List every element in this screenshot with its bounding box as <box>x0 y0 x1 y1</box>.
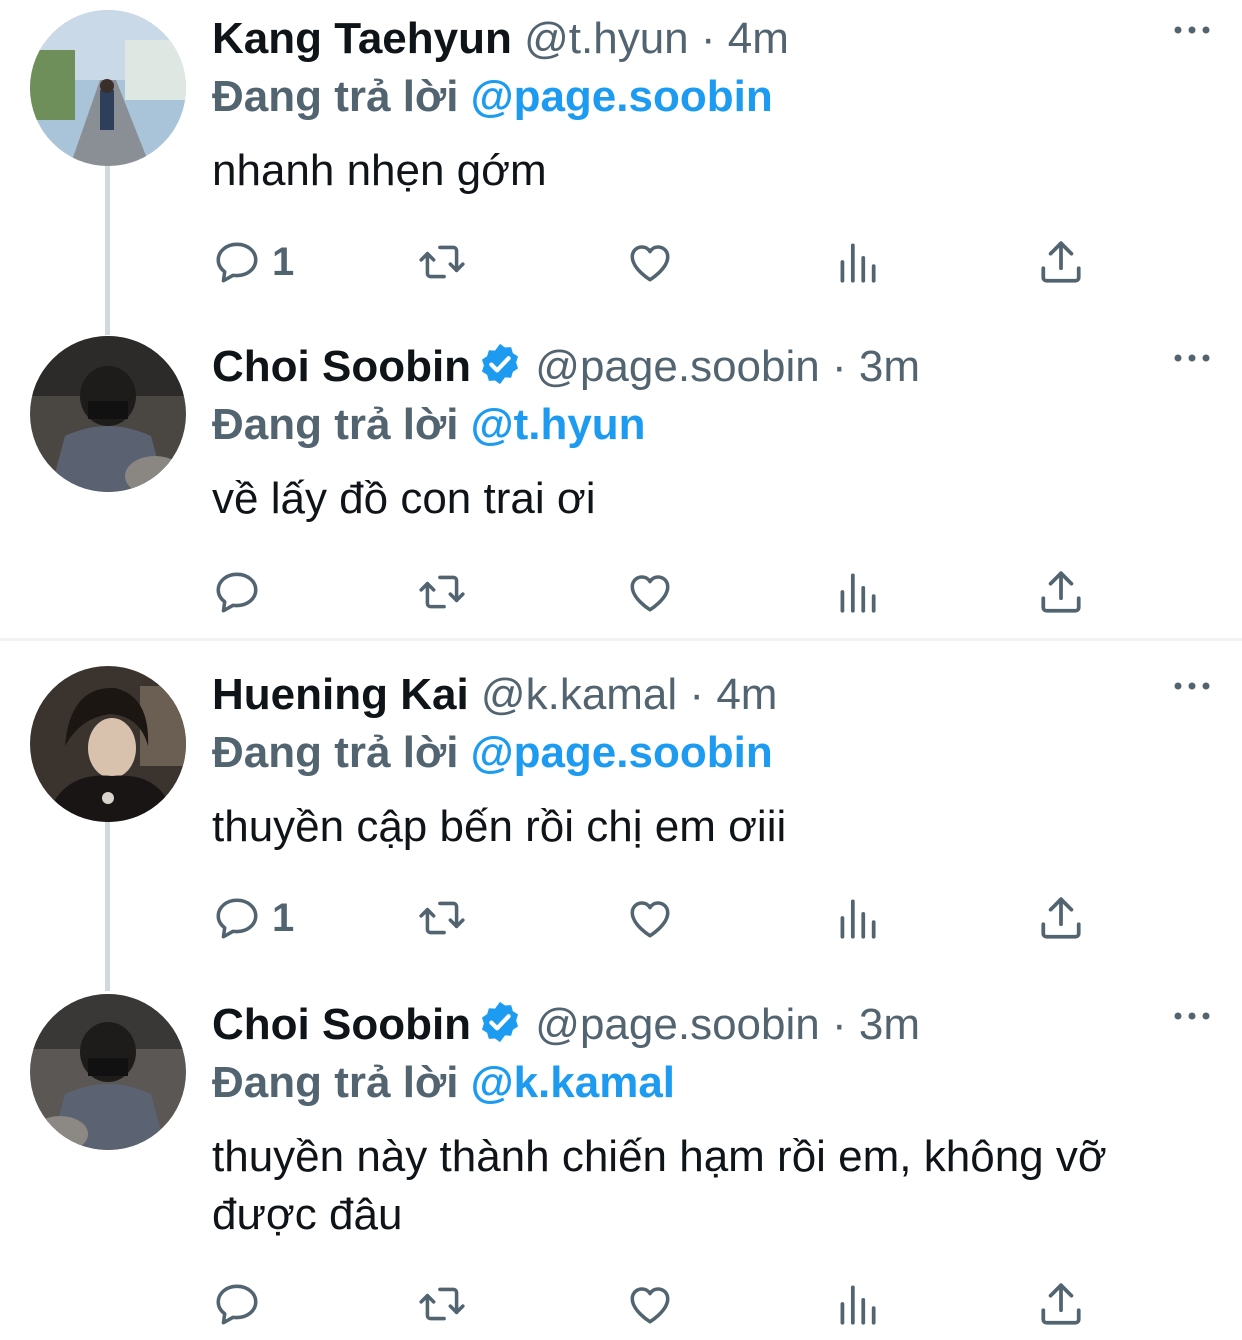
tweet-header: Kang Taehyun @t.hyun · 4m <box>212 12 789 66</box>
share-button[interactable] <box>1036 564 1086 620</box>
reply-icon <box>212 893 262 943</box>
replying-to: Đang trả lời @page.soobin <box>212 726 773 780</box>
display-name[interactable]: Choi Soobin <box>212 1000 471 1049</box>
action-bar: 1 <box>212 234 1112 290</box>
tweet[interactable]: Choi Soobin @page.soobin · 3m Đang trả l… <box>0 986 1242 1340</box>
action-bar <box>212 1276 1112 1332</box>
replying-prefix: Đang trả lời <box>212 400 459 449</box>
like-icon <box>625 1279 675 1329</box>
replying-to: Đang trả lời @k.kamal <box>212 1056 675 1110</box>
like-button[interactable] <box>625 564 675 620</box>
separator: · <box>700 14 716 63</box>
separator: · <box>831 1000 847 1049</box>
more-icon[interactable] <box>1172 1008 1212 1024</box>
views-icon <box>832 893 882 943</box>
tweet-text: về lấy đồ con trai ơi <box>212 474 596 523</box>
reply-button[interactable] <box>212 1276 262 1332</box>
tweet-header: Choi Soobin @page.soobin · 3m <box>212 340 920 394</box>
mention-link[interactable]: @page.soobin <box>471 728 773 777</box>
like-icon <box>625 567 675 617</box>
mention-link[interactable]: @page.soobin <box>471 72 773 121</box>
user-handle[interactable]: @page.soobin <box>535 342 819 391</box>
reply-icon <box>212 1279 262 1329</box>
replying-to: Đang trả lời @page.soobin <box>212 70 773 124</box>
reply-button[interactable]: 1 <box>212 890 294 946</box>
more-icon[interactable] <box>1172 22 1212 38</box>
separator: · <box>689 670 705 719</box>
retweet-icon <box>417 237 467 287</box>
user-handle[interactable]: @k.kamal <box>481 670 677 719</box>
retweet-button[interactable] <box>417 1276 467 1332</box>
tweet-header: Choi Soobin @page.soobin · 3m <box>212 998 920 1052</box>
retweet-icon <box>417 1279 467 1329</box>
tweet-text: nhanh nhẹn gớm <box>212 146 547 195</box>
reply-button[interactable] <box>212 564 262 620</box>
like-button[interactable] <box>625 1276 675 1332</box>
timestamp[interactable]: 4m <box>716 670 777 719</box>
views-icon <box>832 567 882 617</box>
display-name[interactable]: Huening Kai <box>212 670 469 719</box>
views-button[interactable] <box>832 1276 882 1332</box>
more-icon[interactable] <box>1172 678 1212 694</box>
reply-button[interactable]: 1 <box>212 234 294 290</box>
mention-link[interactable]: @k.kamal <box>471 1058 675 1107</box>
share-button[interactable] <box>1036 234 1086 290</box>
share-icon <box>1036 237 1086 287</box>
tweet-header: Huening Kai @k.kamal · 4m <box>212 668 777 722</box>
tweet-text: thuyền cập bến rồi chị em ơiii <box>212 802 787 851</box>
views-icon <box>832 1279 882 1329</box>
views-button[interactable] <box>832 234 882 290</box>
reply-count: 1 <box>272 895 295 940</box>
verified-icon <box>477 341 523 387</box>
retweet-icon <box>417 893 467 943</box>
verified-icon <box>477 999 523 1045</box>
replying-prefix: Đang trả lời <box>212 1058 459 1107</box>
avatar[interactable] <box>30 994 186 1150</box>
reply-count: 1 <box>272 239 295 284</box>
share-icon <box>1036 567 1086 617</box>
tweet[interactable]: Huening Kai @k.kamal · 4m Đang trả lời @… <box>0 656 1242 991</box>
timestamp[interactable]: 3m <box>859 342 920 391</box>
share-button[interactable] <box>1036 890 1086 946</box>
replying-prefix: Đang trả lời <box>212 72 459 121</box>
retweet-button[interactable] <box>417 564 467 620</box>
timestamp[interactable]: 3m <box>859 1000 920 1049</box>
more-icon[interactable] <box>1172 350 1212 366</box>
tweet[interactable]: Choi Soobin @page.soobin · 3m Đang trả l… <box>0 328 1242 638</box>
avatar[interactable] <box>30 666 186 822</box>
user-handle[interactable]: @page.soobin <box>535 1000 819 1049</box>
reply-icon <box>212 567 262 617</box>
tweet-text: thuyền này thành chiến hạm rồi em, không… <box>212 1132 1107 1239</box>
display-name[interactable]: Kang Taehyun <box>212 14 512 63</box>
like-button[interactable] <box>625 890 675 946</box>
share-button[interactable] <box>1036 1276 1086 1332</box>
display-name[interactable]: Choi Soobin <box>212 342 471 391</box>
views-button[interactable] <box>832 890 882 946</box>
views-icon <box>832 237 882 287</box>
share-icon <box>1036 1279 1086 1329</box>
action-bar <box>212 564 1112 620</box>
replying-to: Đang trả lời @t.hyun <box>212 398 646 452</box>
separator: · <box>831 342 847 391</box>
avatar[interactable] <box>30 336 186 492</box>
like-icon <box>625 237 675 287</box>
like-icon <box>625 893 675 943</box>
timestamp[interactable]: 4m <box>728 14 789 63</box>
share-icon <box>1036 893 1086 943</box>
user-handle[interactable]: @t.hyun <box>524 14 689 63</box>
thread-line <box>105 165 110 335</box>
reply-icon <box>212 237 262 287</box>
action-bar: 1 <box>212 890 1112 946</box>
views-button[interactable] <box>832 564 882 620</box>
retweet-button[interactable] <box>417 890 467 946</box>
mention-link[interactable]: @t.hyun <box>471 400 646 449</box>
avatar[interactable] <box>30 10 186 166</box>
replying-prefix: Đang trả lời <box>212 728 459 777</box>
retweet-icon <box>417 567 467 617</box>
thread-line <box>105 821 110 991</box>
like-button[interactable] <box>625 234 675 290</box>
divider <box>0 638 1242 641</box>
tweet[interactable]: Kang Taehyun @t.hyun · 4m Đang trả lời @… <box>0 0 1242 335</box>
retweet-button[interactable] <box>417 234 467 290</box>
